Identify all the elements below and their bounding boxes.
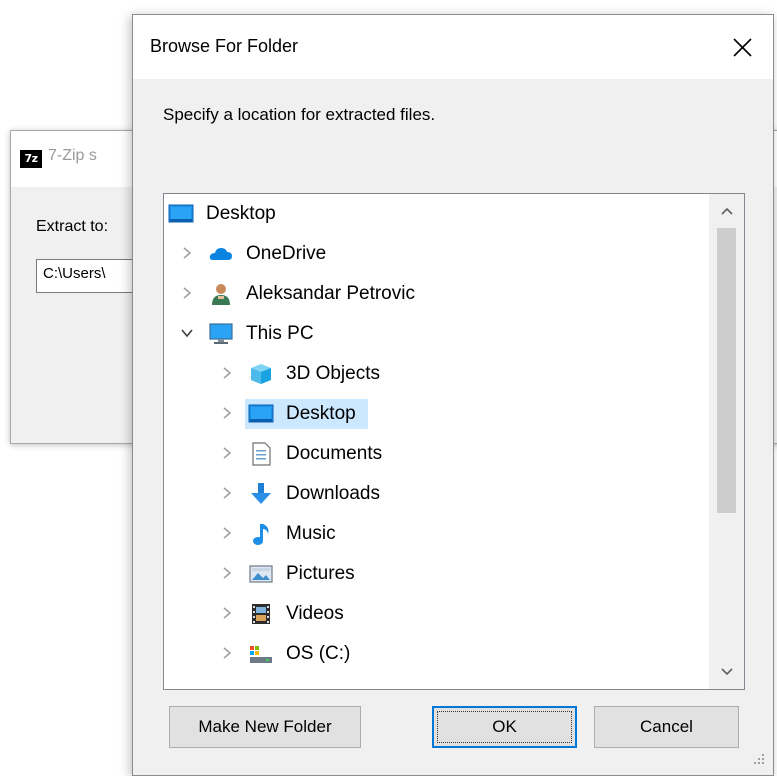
tree-item-label: OS (C:) — [286, 643, 351, 664]
picture-icon — [248, 562, 274, 586]
instruction-text: Specify a location for extracted files. — [163, 105, 436, 124]
tree-item[interactable]: 3D Objects — [164, 357, 709, 391]
scroll-up-button[interactable] — [709, 194, 744, 228]
dialog-title: Browse For Folder — [150, 36, 299, 56]
tree-item[interactable]: Music — [164, 517, 709, 551]
download-arrow-icon — [248, 482, 274, 506]
scroll-down-button[interactable] — [709, 655, 744, 689]
tree-item-label: Documents — [286, 443, 383, 464]
tree-item-label: OneDrive — [246, 243, 327, 264]
resize-grip-icon[interactable] — [752, 752, 766, 766]
tree-item[interactable]: OneDrive — [164, 237, 709, 271]
tree-item-label: Videos — [286, 603, 344, 624]
tree-item[interactable]: Desktop — [164, 197, 709, 231]
tree-item[interactable]: Documents — [164, 437, 709, 471]
cloud-icon — [208, 242, 234, 266]
scroll-thumb[interactable] — [717, 228, 736, 513]
desktop-blue-icon — [248, 402, 274, 426]
chevron-right-icon[interactable] — [216, 602, 238, 624]
chevron-right-icon[interactable] — [216, 522, 238, 544]
chevron-right-icon[interactable] — [216, 562, 238, 584]
chevron-right-icon[interactable] — [216, 642, 238, 664]
music-note-icon — [248, 522, 274, 546]
tree-item[interactable]: This PC — [164, 317, 709, 351]
chevron-down-icon[interactable] — [176, 322, 198, 344]
chevron-right-icon[interactable] — [176, 282, 198, 304]
sevenzip-logo-icon: 7z — [20, 150, 42, 168]
make-new-folder-button[interactable]: Make New Folder — [169, 706, 361, 748]
tree-item-label: 3D Objects — [286, 363, 380, 384]
chevron-up-icon — [720, 207, 733, 215]
tree-item-label: Desktop — [206, 203, 276, 224]
close-icon[interactable] — [723, 29, 761, 67]
tree-item-label: Desktop — [286, 403, 356, 424]
chevron-right-icon[interactable] — [216, 482, 238, 504]
tree-item-label: Music — [286, 523, 336, 544]
chevron-right-icon[interactable] — [216, 362, 238, 384]
tree-item-label: Aleksandar Petrovic — [246, 283, 415, 304]
ok-button[interactable]: OK — [432, 706, 577, 748]
chevron-right-icon[interactable] — [216, 402, 238, 424]
chevron-right-icon[interactable] — [216, 442, 238, 464]
drive-icon — [248, 642, 274, 666]
computer-icon — [208, 322, 234, 346]
tree-item[interactable]: Pictures — [164, 557, 709, 591]
cancel-button[interactable]: Cancel — [594, 706, 739, 748]
tree-item[interactable]: Videos — [164, 597, 709, 631]
extract-to-label: Extract to: — [36, 218, 109, 235]
tree-item[interactable]: Desktop — [164, 397, 709, 431]
tree-item[interactable]: Downloads — [164, 477, 709, 511]
tree-scrollbar[interactable] — [709, 194, 744, 689]
chevron-down-icon — [720, 668, 733, 676]
tree-item-label: This PC — [246, 323, 314, 344]
folder-tree[interactable]: Desktop OneDrive Aleksandar Petrovic This P… — [163, 193, 745, 690]
user-icon — [208, 282, 234, 306]
desktop-blue-icon — [168, 202, 194, 226]
tree-item[interactable]: OS (C:) — [164, 637, 709, 671]
cube-icon — [248, 362, 274, 386]
tree-item-label: Downloads — [286, 483, 380, 504]
tree-item[interactable]: Aleksandar Petrovic — [164, 277, 709, 311]
sevenzip-title: 7-Zip s — [48, 147, 97, 164]
tree-item-label: Pictures — [286, 563, 355, 584]
chevron-right-icon[interactable] — [176, 242, 198, 264]
film-icon — [248, 602, 274, 626]
dialog-titlebar: Browse For Folder — [133, 15, 773, 79]
document-icon — [248, 442, 274, 466]
